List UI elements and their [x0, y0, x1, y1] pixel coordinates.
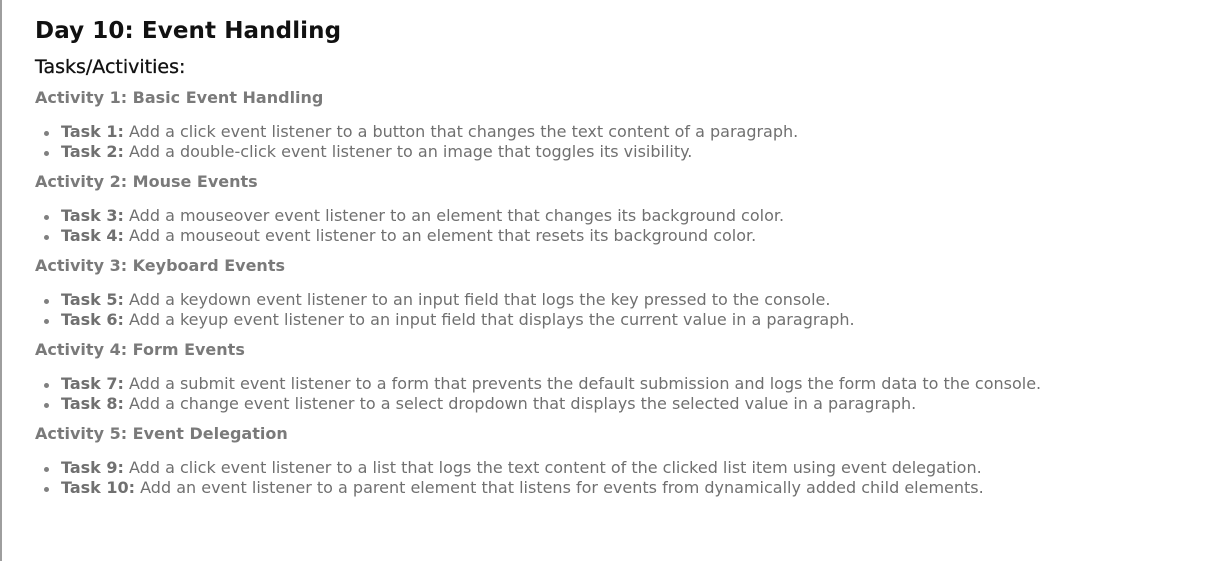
task-label: Task 7: [61, 374, 124, 393]
task-text: Add a submit event listener to a form th… [123, 374, 1042, 393]
task-text: Add a click event listener to a list tha… [123, 458, 982, 477]
activity-2: Activity 2: Mouse Events Task 3: Add a m… [35, 171, 1212, 246]
activity-heading: Activity 4: Form Events [35, 340, 245, 359]
list-item: Task 10: Add an event listener to a pare… [44, 478, 1212, 498]
list-item: Task 4: Add a mouseout event listener to… [44, 226, 1212, 246]
list-item: Task 6: Add a keyup event listener to an… [44, 310, 1212, 330]
list-item: Task 5: Add a keydown event listener to … [44, 290, 1212, 310]
activity-3: Activity 3: Keyboard Events Task 5: Add … [35, 255, 1212, 330]
task-text: Add a change event listener to a select … [123, 394, 917, 413]
task-text: Add a keydown event listener to an input… [123, 290, 831, 309]
task-text: Add a mouseover event listener to an ele… [123, 206, 785, 225]
activity-5: Activity 5: Event Delegation Task 9: Add… [35, 423, 1212, 498]
task-text: Add a double-click event listener to an … [123, 142, 693, 161]
activity-4: Activity 4: Form Events Task 7: Add a su… [35, 339, 1212, 414]
activity-heading: Activity 1: Basic Event Handling [35, 88, 324, 107]
task-label: Task 10: [61, 478, 136, 497]
task-list: Task 7: Add a submit event listener to a… [35, 374, 1212, 414]
task-list: Task 1: Add a click event listener to a … [35, 122, 1212, 162]
activity-heading: Activity 3: Keyboard Events [35, 256, 285, 275]
task-label: Task 8: [61, 394, 124, 413]
task-text: Add a click event listener to a button t… [123, 122, 799, 141]
list-item: Task 2: Add a double-click event listene… [44, 142, 1212, 162]
task-label: Task 6: [61, 310, 124, 329]
task-list: Task 9: Add a click event listener to a … [35, 458, 1212, 498]
task-label: Task 5: [61, 290, 124, 309]
task-label: Task 3: [61, 206, 124, 225]
list-item: Task 9: Add a click event listener to a … [44, 458, 1212, 478]
activity-heading: Activity 5: Event Delegation [35, 424, 288, 443]
document-page: Day 10: Event Handling Tasks/Activities:… [0, 0, 1212, 561]
task-label: Task 4: [61, 226, 124, 245]
list-item: Task 7: Add a submit event listener to a… [44, 374, 1212, 394]
list-item: Task 8: Add a change event listener to a… [44, 394, 1212, 414]
section-heading: Tasks/Activities: [35, 56, 186, 78]
page-title: Day 10: Event Handling [35, 18, 342, 44]
list-item: Task 1: Add a click event listener to a … [44, 122, 1212, 142]
task-text: Add a mouseout event listener to an elem… [123, 226, 757, 245]
task-text: Add a keyup event listener to an input f… [123, 310, 855, 329]
task-text: Add an event listener to a parent elemen… [135, 478, 984, 497]
task-label: Task 1: [61, 122, 124, 141]
activity-1: Activity 1: Basic Event Handling Task 1:… [35, 87, 1212, 162]
task-list: Task 5: Add a keydown event listener to … [35, 290, 1212, 330]
activity-heading: Activity 2: Mouse Events [35, 172, 258, 191]
task-list: Task 3: Add a mouseover event listener t… [35, 206, 1212, 246]
task-label: Task 2: [61, 142, 124, 161]
task-label: Task 9: [61, 458, 124, 477]
list-item: Task 3: Add a mouseover event listener t… [44, 206, 1212, 226]
